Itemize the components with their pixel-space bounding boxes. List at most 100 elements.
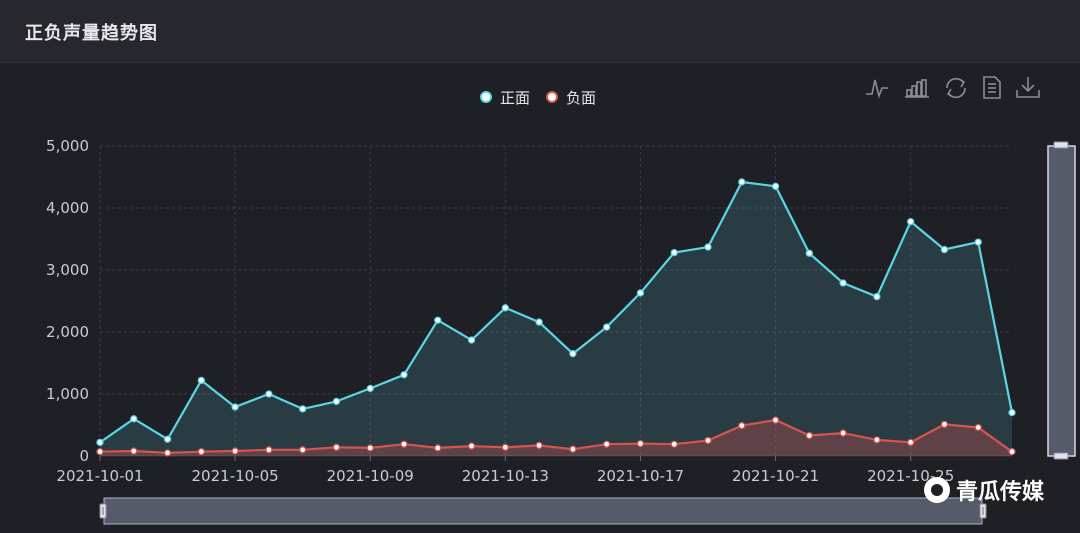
data-point	[704, 436, 712, 445]
series-area-0	[100, 182, 1012, 456]
data-point	[569, 350, 577, 358]
data-point	[366, 384, 374, 393]
refresh-icon[interactable]	[946, 77, 966, 99]
data-point	[771, 416, 780, 424]
data-point	[873, 293, 881, 301]
data-point	[839, 429, 847, 437]
data-point	[434, 444, 442, 452]
y-tick-label: 3,000	[46, 261, 89, 279]
data-point	[974, 238, 982, 246]
data-point	[1008, 448, 1016, 456]
data-point	[839, 279, 847, 287]
download-icon[interactable]	[1016, 77, 1040, 98]
data-point	[163, 449, 172, 457]
data-point	[197, 376, 205, 385]
y-axis: 0 1,000 2,000 3,000 4,000 5,000	[46, 137, 89, 465]
data-point	[805, 431, 813, 440]
data-point	[704, 243, 712, 251]
data-point	[265, 446, 273, 454]
legend: 正面 负面	[480, 89, 596, 107]
data-point	[501, 304, 509, 312]
data-point	[366, 444, 374, 452]
line-chart-icon[interactable]	[866, 79, 888, 99]
data-point	[535, 318, 543, 326]
data-point	[197, 448, 205, 456]
legend-marker	[480, 91, 492, 103]
trend-chart: 正面 负面 0 1,000 2,000 3,000 4,000 5,000 2021-10-…	[46, 76, 1076, 525]
handle-grip	[1053, 141, 1069, 149]
data-point	[603, 440, 611, 448]
data-point	[231, 403, 239, 411]
x-tick-label: 2021-10-01	[56, 467, 143, 485]
datazoom-v-selection	[1047, 145, 1076, 457]
data-point	[805, 249, 813, 257]
legend-item-0[interactable]: 正面	[480, 89, 530, 107]
data-point	[670, 440, 678, 448]
data-point	[940, 245, 949, 254]
datazoom-h-handle[interactable]	[99, 503, 107, 519]
data-point	[636, 439, 645, 448]
datazoom-v-handle[interactable]	[1053, 141, 1069, 149]
data-point	[299, 446, 307, 454]
data-point	[231, 447, 239, 455]
data-point	[907, 438, 915, 447]
x-tick-label: 2021-10-17	[597, 467, 684, 485]
data-point	[467, 336, 476, 344]
chart-toolbar	[866, 76, 1040, 99]
y-tick-label: 1,000	[46, 385, 89, 403]
y-tick-label: 0	[79, 447, 89, 465]
datazoom-h-handle[interactable]	[979, 503, 987, 519]
data-point	[1008, 408, 1016, 417]
data-point	[501, 443, 509, 451]
legend-marker	[546, 91, 558, 103]
datazoom-v-handle[interactable]	[1053, 452, 1069, 460]
data-point	[738, 421, 746, 430]
panel-header: 正负声量趋势图	[0, 0, 1080, 63]
watermark-text: 青瓜传媒	[956, 480, 1045, 505]
data-point	[434, 316, 442, 324]
data-point	[467, 442, 476, 450]
handle-grip	[1053, 452, 1069, 460]
bar-chart-icon[interactable]	[905, 79, 929, 98]
datazoom-h-selection	[103, 497, 983, 525]
series-areas	[100, 182, 1012, 456]
watermark: 青瓜传媒	[924, 474, 1044, 506]
data-point	[771, 182, 780, 190]
legend-item-1[interactable]: 负面	[546, 89, 596, 107]
data-point	[400, 440, 408, 448]
data-point	[96, 448, 104, 456]
x-tick-label: 2021-10-09	[327, 467, 414, 485]
legend-label: 负面	[566, 89, 596, 107]
vertical-datazoom[interactable]	[1047, 141, 1076, 460]
y-tick-label: 4,000	[46, 199, 89, 217]
legend-label: 正面	[500, 89, 530, 107]
data-point	[738, 178, 746, 186]
data-point	[299, 405, 307, 413]
x-tick-label: 2021-10-13	[462, 467, 549, 485]
data-point	[265, 390, 273, 398]
data-point	[332, 397, 341, 406]
data-point	[670, 248, 678, 257]
data-point	[569, 445, 577, 453]
watermark-logo-icon	[924, 477, 950, 503]
data-point	[332, 443, 341, 451]
data-point	[603, 323, 611, 331]
x-axis: 2021-10-01 2021-10-05 2021-10-09 2021-10-13…	[56, 456, 954, 485]
data-point	[907, 217, 915, 226]
data-view-icon[interactable]	[983, 76, 1001, 99]
panel-title: 正负声量趋势图	[25, 23, 158, 44]
y-tick-label: 5,000	[46, 137, 89, 155]
data-point	[974, 423, 982, 432]
data-point	[130, 415, 138, 423]
y-tick-label: 2,000	[46, 323, 89, 341]
data-point	[96, 438, 104, 447]
data-point	[163, 435, 172, 443]
data-point	[940, 420, 949, 429]
x-tick-label: 2021-10-21	[732, 467, 819, 485]
data-point	[400, 371, 408, 379]
data-point	[535, 441, 543, 450]
data-point	[130, 447, 138, 455]
horizontal-datazoom[interactable]	[99, 497, 987, 525]
data-point	[873, 436, 881, 444]
x-tick-label: 2021-10-05	[192, 467, 279, 485]
